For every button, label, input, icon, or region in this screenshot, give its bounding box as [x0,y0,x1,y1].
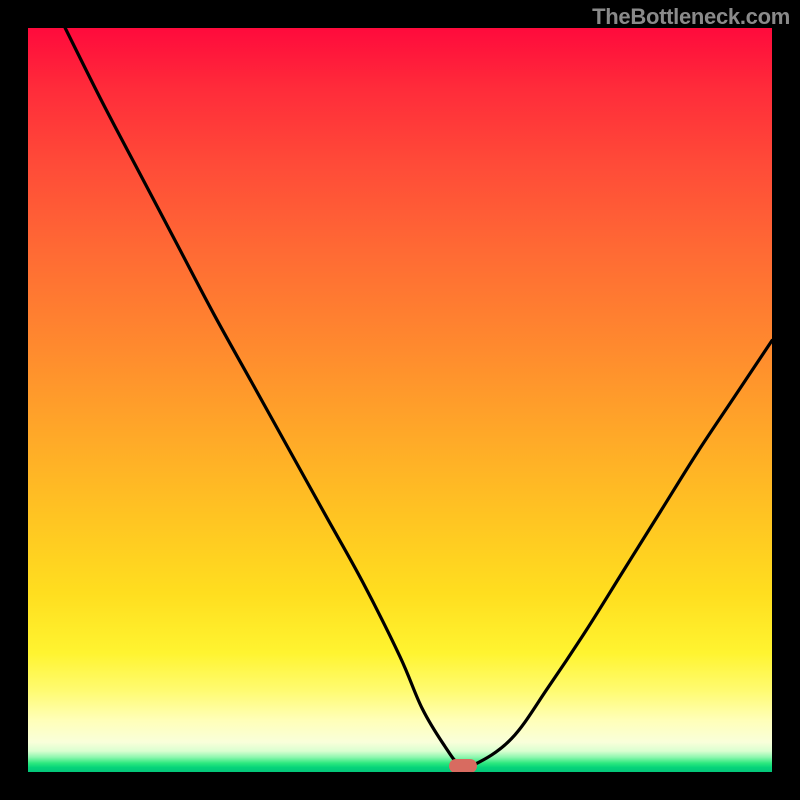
bottleneck-curve [28,28,772,772]
plot-area [28,28,772,772]
curve-path [65,28,772,768]
chart-frame: TheBottleneck.com [0,0,800,800]
optimal-marker [449,759,477,772]
attribution-label: TheBottleneck.com [592,4,790,30]
